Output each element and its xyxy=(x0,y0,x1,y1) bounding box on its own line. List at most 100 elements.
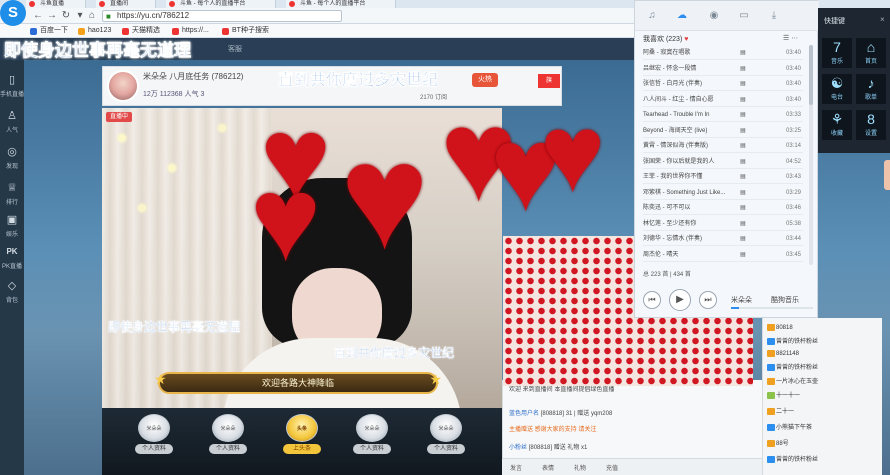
gift-item-headline[interactable]: 头条 上头条 xyxy=(280,414,324,458)
chat-send-button[interactable]: 发言 xyxy=(510,463,522,472)
song-row[interactable]: 八人间斗 - 红尘 - 情自心愿 ▤ 03:40 xyxy=(643,94,803,107)
mv-icon[interactable]: ▤ xyxy=(737,94,749,106)
browser-tab[interactable]: 斗鱼 - 每个人的直播平台 xyxy=(286,0,396,8)
sidebar-item-pk[interactable]: PK PK直播 xyxy=(0,240,24,276)
cloud-icon[interactable]: ☁ xyxy=(675,10,689,22)
sidebar-item-popular[interactable]: ♙ 人气 xyxy=(0,104,24,140)
prev-track-icon[interactable]: ⏮ xyxy=(643,291,661,309)
flag-icon[interactable]: 旗 xyxy=(538,74,560,88)
browser-tab[interactable]: 斗鱼 - 每个人的直播平台 xyxy=(166,0,276,8)
song-row[interactable]: Beyond - 海阔天空 (live) ▤ 03:25 xyxy=(643,125,803,138)
radio-icon[interactable]: ◉ xyxy=(707,10,721,22)
audience-item[interactable]: 一片冰心在玉壶 xyxy=(767,376,818,385)
mv-icon[interactable]: ▤ xyxy=(737,140,749,152)
sidebar-item-ranking[interactable]: ♕ 排行 xyxy=(0,176,24,212)
quick-cell[interactable]: ⌂ 首页 xyxy=(856,38,886,68)
quick-cell[interactable]: 8 设置 xyxy=(856,110,886,140)
hot-badge[interactable]: 火热 xyxy=(472,73,498,87)
song-row[interactable]: 黄霄 - 情深似海 (伴奏版) ▤ 03:14 xyxy=(643,140,803,153)
mv-icon[interactable]: ▤ xyxy=(737,156,749,168)
bookmark-item[interactable]: 百度一下 xyxy=(30,26,68,36)
recharge-button[interactable]: 充值 xyxy=(606,463,618,472)
audience-item[interactable]: 88号 xyxy=(767,438,789,447)
tab-favicon-icon xyxy=(29,1,35,7)
mv-icon[interactable]: ▤ xyxy=(737,233,749,245)
playback-progress[interactable] xyxy=(731,307,813,309)
playlist-scrollbar[interactable] xyxy=(809,45,813,265)
song-row[interactable]: 邓紫棋 - Something Just Like... ▤ 03:29 xyxy=(643,187,803,200)
playlist-menu-icon[interactable]: ☰ ⋯ xyxy=(783,34,798,42)
home-icon[interactable]: ⌂ xyxy=(86,10,98,22)
audience-item[interactable]: 8821148 xyxy=(767,350,799,357)
level-badge-icon xyxy=(767,324,775,331)
mv-icon[interactable]: ▤ xyxy=(737,47,749,59)
quick-cell[interactable]: ⚘ 收藏 xyxy=(822,110,852,140)
next-track-icon[interactable]: ⏭ xyxy=(699,291,717,309)
chat-user[interactable]: 蓝色用户名 xyxy=(509,411,539,417)
chat-user[interactable]: 小粉丝 xyxy=(509,445,527,451)
mv-icon[interactable]: ▤ xyxy=(737,249,749,261)
gift-button[interactable]: 礼物 xyxy=(574,463,586,472)
mv-icon[interactable]: ▤ xyxy=(737,218,749,230)
dropdown-icon[interactable]: ▾ xyxy=(74,10,86,22)
bookmark-item[interactable]: 天猫精选 xyxy=(122,26,160,36)
sidebar-item-discover[interactable]: ◎ 发现 xyxy=(0,140,24,176)
mv-icon[interactable]: ▤ xyxy=(737,63,749,75)
bookmark-item[interactable]: https://... xyxy=(172,26,209,36)
reload-icon[interactable]: ↻ xyxy=(60,10,72,22)
browser-tab[interactable]: 斗鱼直播 xyxy=(26,0,86,8)
audience-item[interactable]: 二十一 xyxy=(767,406,794,415)
audience-item[interactable]: 80818 xyxy=(767,324,793,331)
close-icon[interactable]: × xyxy=(880,15,885,24)
sidebar-item-backpack[interactable]: ◇ 背包 xyxy=(0,274,24,310)
song-row[interactable]: Tearhead - Trouble I'm In ▤ 03:33 xyxy=(643,109,803,122)
song-row[interactable]: 王菲 - 我的世界你不懂 ▤ 03:43 xyxy=(643,171,803,184)
song-row[interactable]: 陈奕迅 - 可不可以 ▤ 03:46 xyxy=(643,202,803,215)
song-row[interactable]: 阿桑 - 寂寞在唱歌 ▤ 03:40 xyxy=(643,47,803,60)
song-row[interactable]: 张国荣 - 你以后就是我的人 ▤ 04:52 xyxy=(643,156,803,169)
mv-icon[interactable]: ▤ xyxy=(737,187,749,199)
quick-cell[interactable]: 7 音乐 xyxy=(822,38,852,68)
emoji-button[interactable]: 表情 xyxy=(542,463,554,472)
header-support-link[interactable]: 客服 xyxy=(228,44,242,54)
quick-cell[interactable]: ♪ 歌单 xyxy=(856,74,886,104)
mv-icon[interactable]: ▤ xyxy=(737,125,749,137)
audience-item[interactable]: 小熊猫下午茶 xyxy=(767,422,812,431)
song-row[interactable]: 周杰伦 - 晴天 ▤ 03:45 xyxy=(643,249,803,262)
music-icon[interactable]: ♫ xyxy=(645,10,659,22)
play-icon[interactable]: ▶ xyxy=(669,289,691,311)
sidebar-item-entertainment[interactable]: ▣ 娱乐 xyxy=(0,208,24,244)
audience-item[interactable]: 曾曾的铁杆粉丝 xyxy=(767,454,818,463)
video-player[interactable] xyxy=(102,108,502,408)
mv-icon[interactable]: ▤ xyxy=(737,109,749,121)
back-arrow-icon[interactable]: ← xyxy=(32,10,44,22)
bookmark-item[interactable]: hao123 xyxy=(78,26,111,36)
browser-tab[interactable]: 直播间 xyxy=(96,0,156,8)
audience-item[interactable]: 十一十一 xyxy=(767,390,800,399)
follow-button[interactable]: 订阅 xyxy=(435,95,447,101)
bookmark-item[interactable]: BT种子搜索 xyxy=(222,26,269,36)
mv-icon[interactable]: ▤ xyxy=(737,202,749,214)
mv-icon[interactable]: ▤ xyxy=(737,78,749,90)
song-row[interactable]: 张信哲 - 白月光 (伴奏) ▤ 03:40 xyxy=(643,78,803,91)
mv-icon[interactable]: ▭ xyxy=(737,10,751,22)
forward-arrow-icon[interactable]: → xyxy=(46,10,58,22)
song-row[interactable]: 吕继宏 - 怀念一段情 ▤ 03:40 xyxy=(643,63,803,76)
audience-item[interactable]: 曾曾的铁杆粉丝 xyxy=(767,362,818,371)
address-bar[interactable]: ■ https://yu.cn/786212 xyxy=(102,10,342,22)
gift-item[interactable]: 米朵朵 个人资料 xyxy=(350,414,394,458)
app-logo[interactable]: S xyxy=(0,0,26,26)
song-row[interactable]: 林忆莲 - 至少还有你 ▤ 05:38 xyxy=(643,218,803,231)
gift-item[interactable]: 米朵朵 个人资料 xyxy=(206,414,250,458)
song-row[interactable]: 刘德华 - 忘情水 (伴奏) ▤ 03:44 xyxy=(643,233,803,246)
audience-item[interactable]: 曾曾的铁杆粉丝 xyxy=(767,336,818,345)
download-icon[interactable]: ⤓ xyxy=(767,10,781,22)
streamer-avatar[interactable] xyxy=(107,70,139,102)
quick-cell[interactable]: ☯ 电台 xyxy=(822,74,852,104)
gift-item[interactable]: 米朵朵 个人资料 xyxy=(424,414,468,458)
playlist-header[interactable]: 我喜欢 (223) ♥ xyxy=(643,34,688,44)
sidebar-item-mobile[interactable]: ▯ 手机直播 xyxy=(0,68,24,104)
gift-item[interactable]: 米朵朵 个人资料 xyxy=(132,414,176,458)
mv-icon[interactable]: ▤ xyxy=(737,171,749,183)
scrollbar-thumb[interactable] xyxy=(809,45,813,105)
